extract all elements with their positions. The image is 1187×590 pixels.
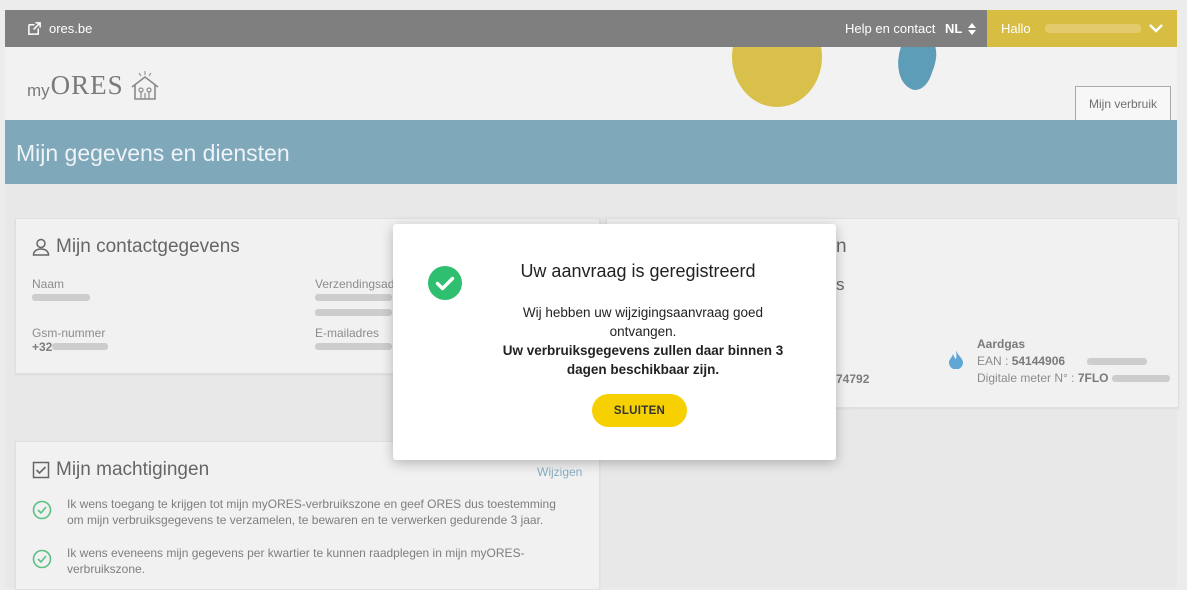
check-circle-icon <box>428 266 462 300</box>
modal-message-bold: Uw verbruiksgegevens zullen daar binnen … <box>502 343 784 377</box>
modal-message: Wij hebben uw wijzigingsaanvraag goed on… <box>493 303 793 379</box>
confirmation-modal: Uw aanvraag is geregistreerd Wij hebben … <box>393 224 836 460</box>
close-button[interactable]: SLUITEN <box>592 394 687 427</box>
modal-title: Uw aanvraag is geregistreerd <box>520 261 756 281</box>
modal-message-text: Wij hebben uw wijzigingsaanvraag goed on… <box>522 305 764 339</box>
